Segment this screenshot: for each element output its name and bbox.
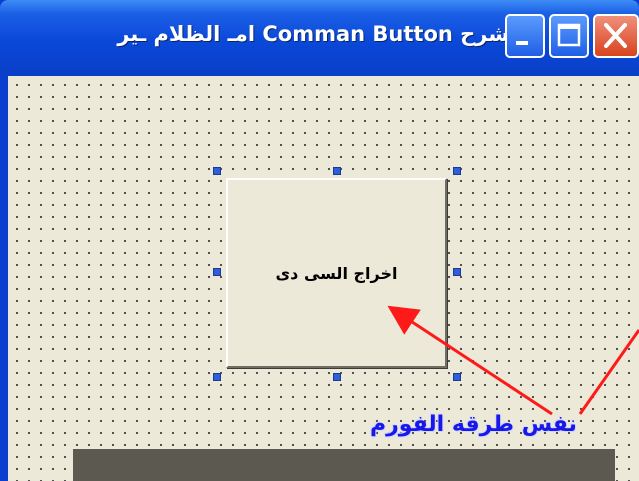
- annotation-caption: نفس طرقه الفورم: [370, 412, 577, 437]
- annotation-arrows: [387, 305, 639, 416]
- arrow-to-edge: [578, 329, 639, 415]
- arrow-to-button: [387, 305, 553, 416]
